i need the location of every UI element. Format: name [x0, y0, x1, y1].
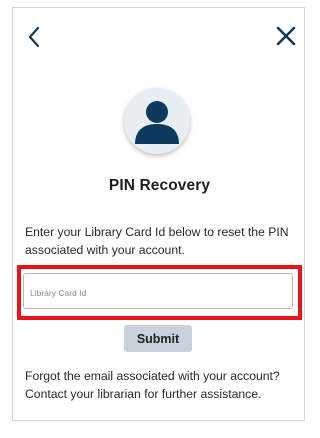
help-text: Forgot the email associated with your ac…	[25, 369, 280, 401]
pin-recovery-dialog: PIN Recovery Enter your Library Card Id …	[12, 7, 305, 421]
submit-button[interactable]: Submit	[124, 325, 192, 352]
close-icon	[276, 26, 296, 46]
back-button[interactable]	[25, 23, 47, 51]
chevron-left-icon	[28, 26, 40, 48]
user-icon	[135, 101, 179, 144]
avatar	[124, 88, 190, 154]
library-card-id-input[interactable]	[23, 273, 293, 309]
page-title: PIN Recovery	[108, 177, 211, 194]
close-button[interactable]	[275, 25, 297, 47]
instructions-text: Enter your Library Card Id below to rese…	[25, 225, 289, 257]
